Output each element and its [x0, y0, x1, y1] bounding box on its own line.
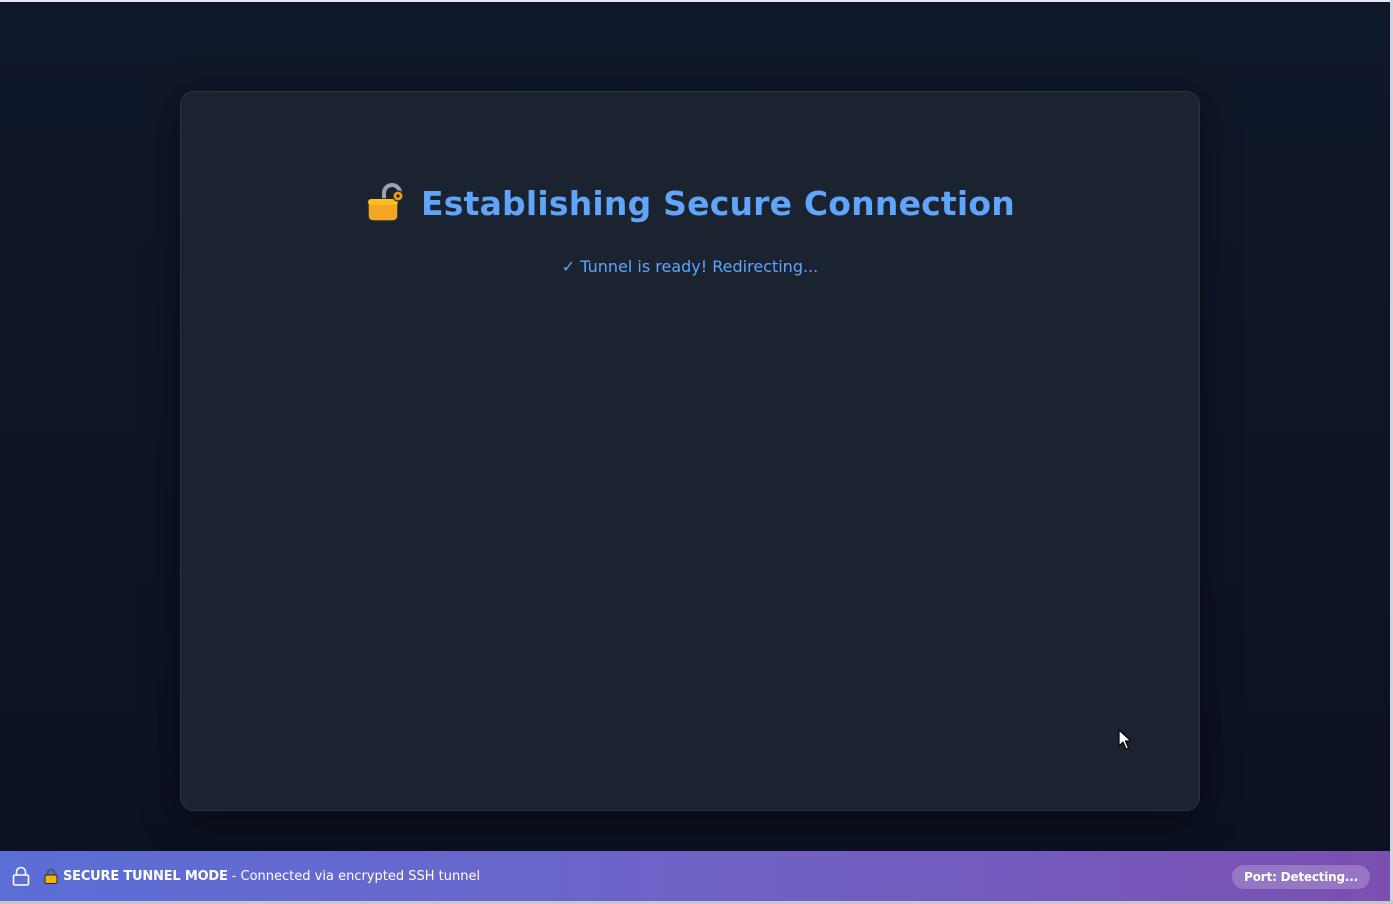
locked-padlock-icon	[44, 868, 58, 884]
unlocked-padlock-icon	[365, 182, 407, 224]
secure-tunnel-banner: SECURE TUNNEL MODE - Connected via encry…	[0, 851, 1390, 901]
mouse-cursor	[1118, 729, 1132, 751]
tunnel-mode-label: SECURE TUNNEL MODE	[63, 868, 228, 884]
connection-card: Establishing Secure Connection ✓ Tunnel …	[180, 91, 1200, 811]
page-title: Establishing Secure Connection	[421, 183, 1015, 223]
tunnel-description: - Connected via encrypted SSH tunnel	[231, 868, 481, 884]
padlock-outline-icon	[12, 866, 30, 886]
port-status-badge: Port: Detecting...	[1232, 865, 1370, 889]
page: Establishing Secure Connection ✓ Tunnel …	[0, 0, 1393, 904]
top-divider	[0, 0, 1393, 2]
title-row: Establishing Secure Connection	[181, 182, 1199, 224]
status-message: ✓ Tunnel is ready! Redirecting...	[561, 257, 819, 276]
